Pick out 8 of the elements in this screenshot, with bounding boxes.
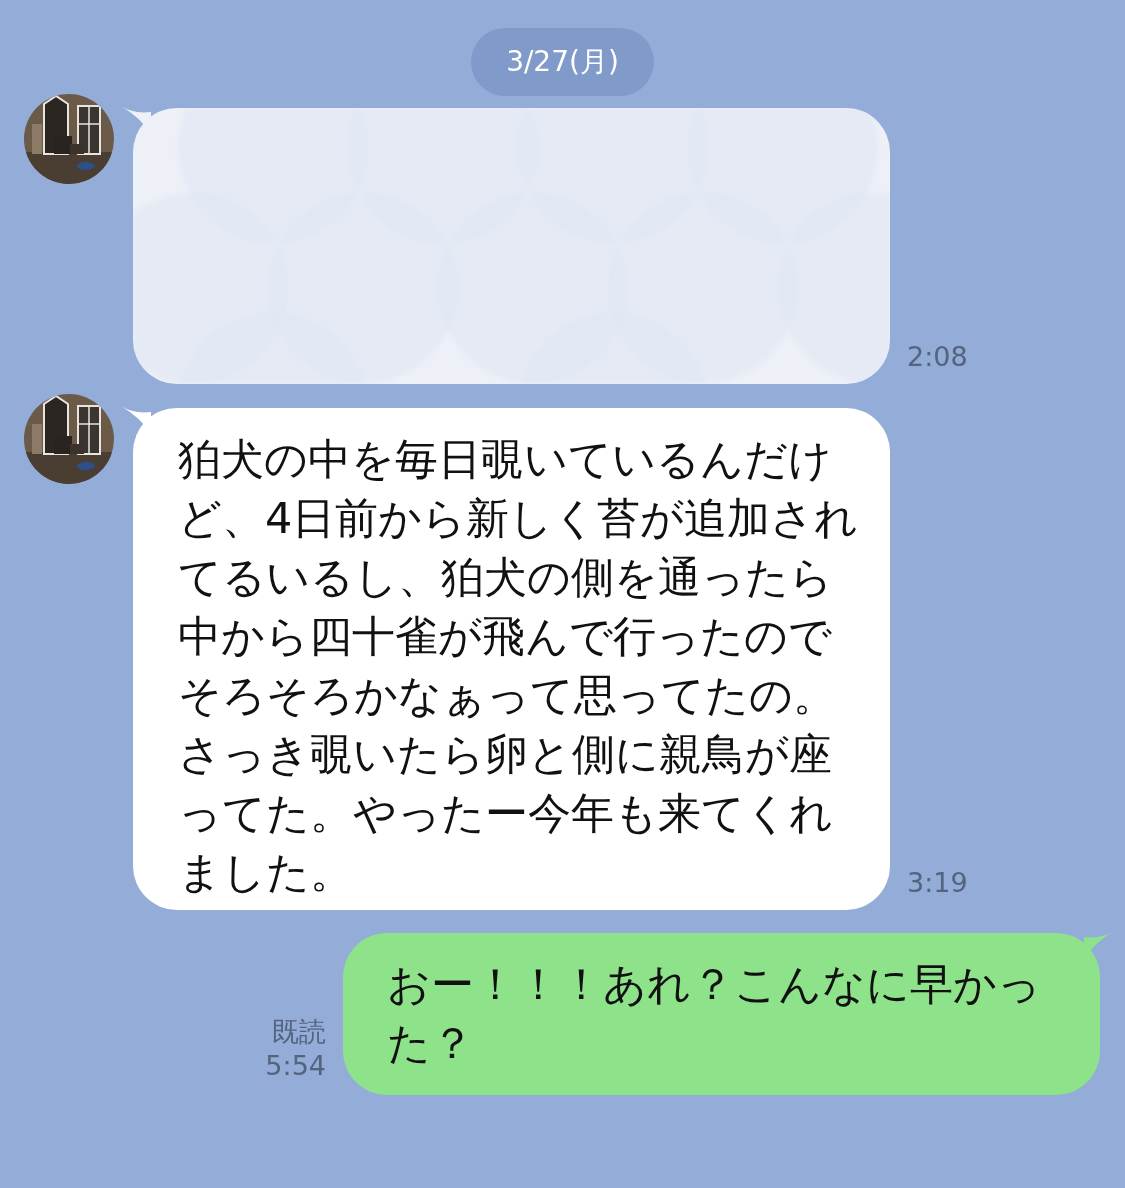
message-text: 狛犬の中を毎日覗いているんだけど、4日前から新しく苔が追加されてるいるし、狛犬の側を通ったら中から四十雀が飛んで行ったのでそろそろかなぁって思ってたの。 — [178, 433, 860, 722]
read-receipt: 既読 — [272, 1015, 326, 1049]
message-time: 5:54 — [265, 1049, 326, 1083]
message-time: 3:19 — [907, 866, 968, 900]
message-time: 2:08 — [907, 340, 968, 374]
date-label: 3/27(月) — [471, 28, 654, 96]
message-text: おー！！！あれ？こんなに早かった？ — [387, 958, 1042, 1070]
message-text: さっき覗いたら卵と側に親鳥が座ってた。やったー今年も来てくれました。 — [178, 728, 834, 899]
